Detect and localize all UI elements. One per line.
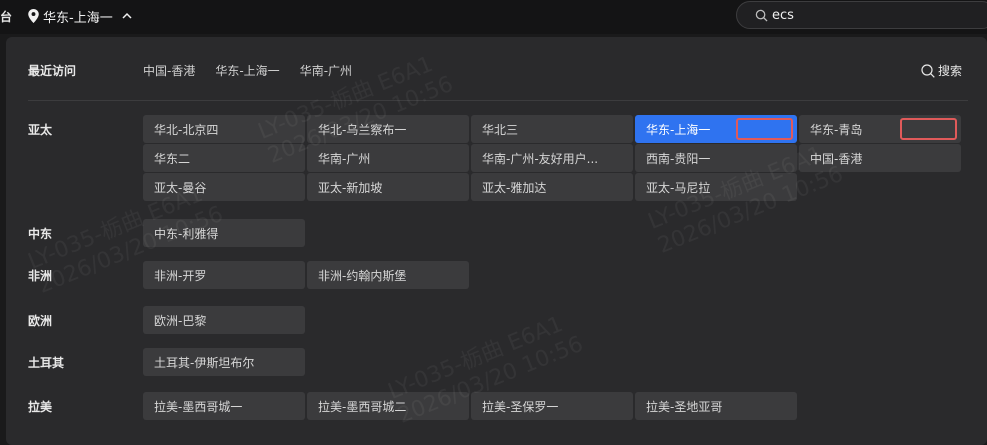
region-chip[interactable]: 华北-乌兰察布一 bbox=[307, 115, 469, 143]
region-chip[interactable]: 拉美-墨西哥城一 bbox=[143, 392, 305, 420]
recent-link[interactable]: 中国-香港 bbox=[143, 62, 195, 79]
region-chip[interactable]: 亚太-马尼拉 bbox=[635, 173, 797, 201]
top-bar: 台 华东-上海一 bbox=[0, 0, 987, 34]
region-chip-label: 华东-青岛 bbox=[810, 122, 863, 137]
divider bbox=[28, 100, 968, 101]
chevron-up-icon bbox=[122, 12, 132, 19]
region-chip-selected[interactable]: 华东-上海一 bbox=[635, 115, 797, 143]
region-group-label: 拉美 bbox=[28, 400, 53, 414]
map-pin-icon bbox=[28, 9, 39, 23]
region-search-button[interactable]: 搜索 bbox=[921, 62, 962, 79]
region-chip-list: 土耳其-伊斯坦布尔 bbox=[143, 348, 963, 376]
region-group-label: 土耳其 bbox=[28, 356, 65, 370]
region-chip[interactable]: 华东-青岛 bbox=[799, 115, 961, 143]
region-chip[interactable]: 拉美-圣地亚哥 bbox=[635, 392, 797, 420]
highlight-box bbox=[900, 118, 957, 140]
region-dropdown-panel: 最近访问 中国-香港 华东-上海一 华南-广州 搜索 亚太 华北-北京四 华北-… bbox=[6, 37, 987, 445]
region-chip[interactable]: 欧洲-巴黎 bbox=[143, 306, 305, 334]
region-chip-list: 中东-利雅得 bbox=[143, 219, 963, 247]
region-group-label: 非洲 bbox=[28, 269, 53, 283]
region-chip[interactable]: 拉美-圣保罗一 bbox=[471, 392, 633, 420]
current-region-label: 华东-上海一 bbox=[43, 10, 113, 26]
region-chip[interactable]: 土耳其-伊斯坦布尔 bbox=[143, 348, 305, 376]
region-chip[interactable]: 中东-利雅得 bbox=[143, 219, 305, 247]
highlight-box bbox=[736, 118, 793, 140]
region-chip[interactable]: 华北-北京四 bbox=[143, 115, 305, 143]
region-switcher[interactable]: 华东-上海一 bbox=[28, 6, 133, 26]
region-group-label: 欧洲 bbox=[28, 314, 53, 328]
region-group-label: 中东 bbox=[28, 227, 53, 241]
region-chip-list: 华北-北京四 华北-乌兰察布一 华北三 华东-上海一 华东-青岛 华东二 华南-… bbox=[143, 115, 963, 201]
region-chip-list: 欧洲-巴黎 bbox=[143, 306, 963, 334]
region-search-label: 搜索 bbox=[937, 64, 962, 78]
search-icon bbox=[755, 9, 768, 22]
console-title-fragment: 台 bbox=[0, 10, 13, 24]
region-chip[interactable]: 中国-香港 bbox=[799, 144, 961, 172]
region-chip[interactable]: 亚太-曼谷 bbox=[143, 173, 305, 201]
region-chip[interactable]: 亚太-雅加达 bbox=[471, 173, 633, 201]
recent-visits-links: 中国-香港 华东-上海一 华南-广州 bbox=[143, 62, 352, 79]
recent-link[interactable]: 华东-上海一 bbox=[215, 62, 279, 79]
search-icon bbox=[921, 63, 935, 78]
region-chip[interactable]: 亚太-新加坡 bbox=[307, 173, 469, 201]
region-chip-list: 拉美-墨西哥城一 拉美-墨西哥城二 拉美-圣保罗一 拉美-圣地亚哥 bbox=[143, 392, 963, 420]
recent-visits: 最近访问 中国-香港 华东-上海一 华南-广州 搜索 bbox=[28, 59, 978, 83]
region-chip-label: 华东-上海一 bbox=[646, 122, 711, 137]
region-chip[interactable]: 拉美-墨西哥城二 bbox=[307, 392, 469, 420]
global-search[interactable] bbox=[736, 1, 987, 29]
region-chip[interactable]: 西南-贵阳一 bbox=[635, 144, 797, 172]
recent-link[interactable]: 华南-广州 bbox=[300, 62, 352, 79]
region-group-label: 亚太 bbox=[28, 123, 53, 137]
region-chip[interactable]: 非洲-开罗 bbox=[143, 261, 305, 289]
region-chip[interactable]: 华南-广州 bbox=[307, 144, 469, 172]
region-chip-list: 非洲-开罗 非洲-约翰内斯堡 bbox=[143, 261, 963, 289]
region-chip[interactable]: 华南-广州-友好用户... bbox=[471, 144, 633, 172]
recent-visits-label: 最近访问 bbox=[28, 64, 77, 78]
region-chip[interactable]: 非洲-约翰内斯堡 bbox=[307, 261, 469, 289]
region-chip[interactable]: 华东二 bbox=[143, 144, 305, 172]
search-input[interactable] bbox=[772, 7, 972, 23]
region-chip[interactable]: 华北三 bbox=[471, 115, 633, 143]
